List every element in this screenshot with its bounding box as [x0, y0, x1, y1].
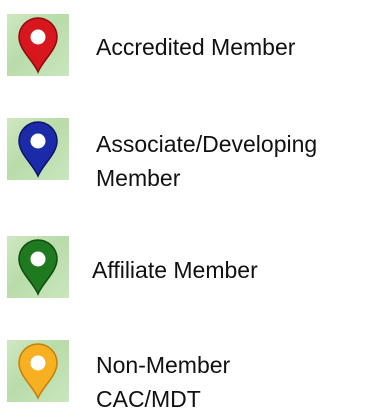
map-legend: Accredited Member Associate/Developing M… — [0, 0, 370, 418]
yellow-map-pin-icon — [18, 343, 58, 400]
map-pin-icon — [7, 236, 69, 298]
map-pin-icon — [7, 340, 69, 402]
legend-label-line: Member — [96, 165, 181, 191]
legend-label: Associate/Developing Member — [96, 127, 317, 195]
blue-map-pin-icon — [18, 121, 58, 178]
legend-label: Accredited Member — [96, 30, 295, 64]
map-pin-icon — [7, 118, 69, 180]
map-pin-icon — [7, 14, 69, 76]
legend-label-line: Accredited Member — [96, 34, 296, 60]
green-map-pin-icon — [18, 239, 58, 296]
legend-label: Affiliate Member — [92, 253, 258, 287]
red-map-pin-icon — [18, 17, 58, 74]
legend-label-line: CAC/MDT — [96, 386, 201, 412]
legend-label-line: Affiliate Member — [92, 257, 258, 283]
legend-label: Non-Member CAC/MDT — [96, 348, 230, 416]
legend-label-line: Associate/Developing — [96, 131, 318, 157]
legend-label-line: Non-Member — [96, 352, 231, 378]
